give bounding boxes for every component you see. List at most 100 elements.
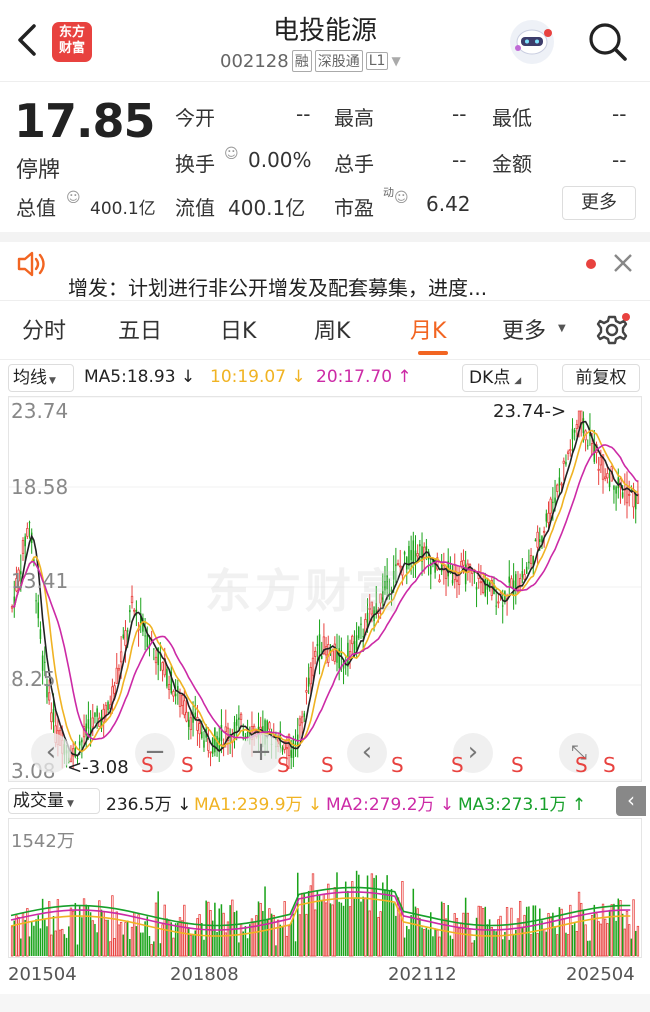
more-button[interactable]: 更多 (562, 186, 636, 220)
candle-body (508, 576, 511, 583)
volume-bar (449, 935, 452, 956)
volume-bar (294, 941, 297, 956)
tab-active-indicator (418, 351, 448, 355)
collapse-panel-icon[interactable]: ‹ (616, 786, 646, 816)
candle-body (166, 668, 168, 687)
sell-signal-marker[interactable]: S (277, 753, 290, 777)
sell-signal-marker[interactable]: S (575, 753, 588, 777)
info-icon[interactable]: ☺ (394, 190, 409, 206)
volume-bar (477, 905, 480, 957)
volume-bar (50, 934, 53, 957)
robot-avatar-icon[interactable] (508, 18, 556, 66)
candle-body (621, 492, 624, 498)
volume-bar (571, 925, 574, 956)
candle-body (582, 418, 585, 434)
volume-bar (429, 912, 432, 956)
sell-signal-marker[interactable]: S (603, 753, 616, 777)
volume-bar (619, 900, 622, 957)
ma20-value: 20:17.70 ↑ (316, 367, 412, 387)
zoom-in-button[interactable]: + (241, 733, 281, 773)
close-icon[interactable] (612, 252, 634, 274)
volume-chart[interactable]: 1542万 (8, 818, 642, 958)
volume-bar (320, 899, 323, 956)
volume-bar (76, 944, 79, 956)
tab-intraday[interactable]: 分时 (22, 313, 66, 345)
volume-bar (432, 936, 434, 956)
volume-bar (512, 934, 515, 956)
sell-signal-marker[interactable]: S (511, 753, 524, 777)
sell-signal-marker[interactable]: S (181, 753, 194, 777)
sell-signal-marker[interactable]: S (321, 753, 334, 777)
quote-panel: 17.85 停牌 今开 -- 最高 -- 最低 -- 换手 ☺ 0.00% 总手… (0, 84, 650, 232)
volume-bar (246, 938, 249, 956)
scroll-left-button[interactable]: ‹ (347, 733, 387, 773)
tab-weekly[interactable]: 周K (314, 313, 350, 345)
mktcap-label: 总值 (16, 196, 56, 220)
pe-label: 市盈 (334, 196, 374, 220)
turnover-label: 换手 (175, 152, 215, 176)
volume-bar (621, 913, 624, 956)
gear-icon[interactable] (596, 313, 630, 347)
candle-body (39, 629, 42, 639)
search-icon[interactable] (586, 20, 630, 64)
candle-body (545, 513, 548, 522)
last-price: 17.85 (14, 94, 156, 148)
candle-body (172, 691, 175, 697)
volume-bar (370, 873, 374, 957)
volume-bar (314, 909, 317, 957)
sell-signal-marker[interactable]: S (141, 753, 154, 777)
volume-value: 236.5万 ↓ (106, 795, 192, 815)
volume-bar (560, 908, 563, 957)
volume-bar (81, 917, 83, 956)
volume-bar (111, 895, 114, 957)
volume-bar (521, 926, 524, 956)
volume-bar (528, 906, 530, 956)
volume-bar (279, 924, 282, 956)
volume-bar (505, 907, 509, 957)
volume-bar (244, 926, 247, 956)
candle-body (451, 580, 454, 584)
volume-bar (41, 898, 44, 956)
candle-body (569, 449, 572, 452)
candle-body (167, 684, 171, 690)
volume-bar (144, 921, 146, 956)
volume-bar (167, 920, 171, 957)
news-text[interactable]: 增发：计划进行非公开增发及配套募集，进度... (68, 272, 487, 301)
volume-bar (628, 924, 631, 957)
volume-bar (276, 919, 280, 957)
volume-bar (28, 936, 31, 956)
price-chart[interactable]: 东方财富 23.74 18.58 13.41 8.25 3.08 23.74->… (8, 396, 642, 783)
caret-down-icon: ▼ (558, 323, 566, 334)
tab-monthly[interactable]: 月K (410, 313, 446, 345)
indicator-selector[interactable]: 成交量 ▼ (8, 788, 100, 814)
adjust-button[interactable]: 前复权 (562, 364, 640, 392)
news-bar[interactable]: 增发：计划进行非公开增发及配套募集，进度... (0, 242, 650, 300)
chevron-down-icon[interactable]: ▼ (391, 54, 400, 68)
tab-daily[interactable]: 日K (220, 313, 256, 345)
volume-bar (582, 909, 585, 956)
sell-signal-marker[interactable]: S (391, 753, 404, 777)
ma-selector[interactable]: 均线 ▼ (8, 364, 74, 392)
candle-body (484, 578, 487, 596)
volume-bar (589, 940, 591, 956)
volume-bar (35, 919, 37, 956)
candle-body (525, 566, 528, 574)
volume-bar (573, 922, 576, 956)
tab-five-day[interactable]: 五日 (118, 313, 162, 345)
candle-body (606, 473, 609, 479)
candle-body (408, 546, 410, 566)
vol-ma1: MA1:239.9万 ↓ (194, 795, 323, 815)
candle-body (294, 743, 297, 745)
info-icon[interactable]: ☺ (224, 146, 239, 162)
candle-body (94, 712, 96, 717)
candle-body (298, 718, 302, 726)
info-icon[interactable]: ☺ (66, 190, 81, 206)
candle-body (81, 739, 83, 743)
sell-signal-marker[interactable]: S (451, 753, 464, 777)
prev-icon[interactable]: ‹ (31, 733, 71, 773)
tab-more[interactable]: 更多 (502, 313, 546, 345)
candle-body (318, 634, 321, 657)
dk-point-button[interactable]: DK点 ◢ (462, 364, 538, 392)
candle-body (244, 735, 247, 737)
open-label: 今开 (175, 106, 215, 130)
